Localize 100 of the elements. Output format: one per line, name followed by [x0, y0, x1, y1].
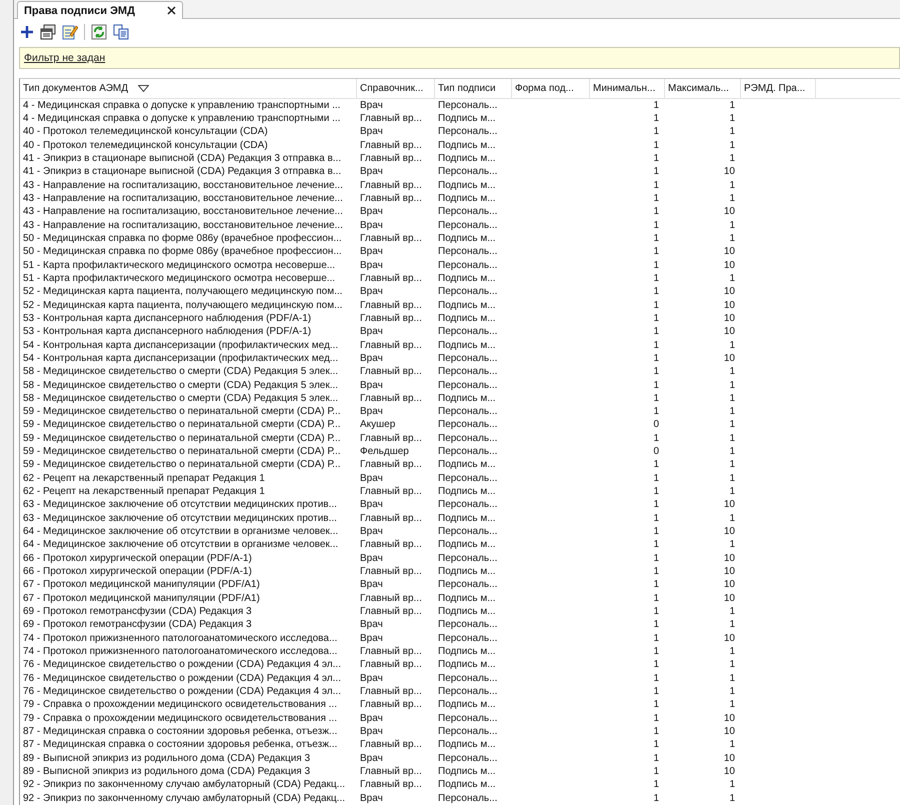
table-cell-text: 10: [722, 552, 736, 566]
table-cell-text: 1: [652, 245, 660, 259]
properties-icon[interactable]: [40, 24, 56, 40]
table-cell-text: Главный вр...: [359, 738, 423, 752]
table-cell-text: Персональ...: [437, 445, 498, 458]
table-cell-text: 1: [728, 658, 736, 672]
table-cell-text: 1: [652, 138, 660, 152]
table-cell-text: 1: [652, 112, 660, 126]
table-cell-text: Персональ...: [437, 365, 498, 378]
notepad-pencil-icon[interactable]: [62, 24, 78, 40]
column-header[interactable]: РЭМД. Пра...: [741, 78, 816, 98]
refresh-icon[interactable]: [91, 24, 107, 40]
table-cell-text: 58 - Медицинское свидетельство о смерти (CDA) Редакция 5 элек...: [22, 378, 340, 392]
table-cell-text: Персональ...: [437, 552, 498, 566]
table-cell-text: 1: [652, 712, 660, 726]
table-cell-text: Врач: [359, 472, 384, 486]
table-cell-text: 1: [728, 338, 736, 352]
table-cell-text: 1: [652, 632, 660, 646]
table-cell-text: 1: [728, 378, 736, 392]
add-icon[interactable]: [20, 24, 34, 39]
table-cell-text: 1: [652, 378, 660, 392]
table-cell-text: Персональ...: [437, 792, 498, 805]
close-icon[interactable]: [166, 6, 176, 15]
table-cell-text: Подпись м...: [437, 112, 497, 126]
table-cell-text: Врач: [359, 405, 384, 418]
column-header[interactable]: Форма под...: [512, 78, 590, 98]
column-header[interactable]: Справочник...: [357, 78, 435, 98]
table-cell-text: 59 - Медицинское свидетельство о перинатальной смерти (CDA) Р...: [22, 432, 342, 446]
table-cell-text: Главный вр...: [359, 178, 423, 192]
table-cell-text: Главный вр...: [359, 192, 423, 206]
table-cell-text: 1: [728, 192, 736, 206]
table-cell-text: 10: [722, 325, 736, 339]
table-cell-text: 1: [652, 578, 660, 592]
table-cell-text: 74 - Протокол прижизненного патологоанатомического исследова...: [22, 632, 338, 646]
table-cell-text: 51 - Карта профилактического медицинского осмотра несоверше...: [22, 258, 336, 272]
table-cell-text: Главный вр...: [359, 312, 423, 326]
table-cell-text: 4 - Медицинская справка о допуске к управлению транспортными ...: [22, 98, 342, 112]
table-cell-text: Персональ...: [437, 258, 498, 272]
table-cell-text: 10: [722, 752, 736, 766]
table-cell-text: 1: [728, 152, 736, 166]
table-cell-text: 43 - Направление на госпитализацию, восстановительное лечение...: [22, 205, 344, 219]
table-cell-text: 58 - Медицинское свидетельство о смерти (CDA) Редакция 5 элек...: [22, 365, 340, 378]
table-cell-text: 1: [652, 125, 660, 139]
table-cell-text: Врач: [359, 712, 384, 726]
table-cell-text: 54 - Контрольная карта диспансеризации (профилактических мед...: [22, 352, 340, 366]
table-cell-text: 1: [652, 552, 660, 566]
table-cell-text: 10: [722, 632, 736, 646]
table-cell-text: Подпись м...: [437, 645, 497, 658]
table-cell-text: Персональ...: [437, 418, 498, 432]
table-cell-text: 1: [652, 458, 660, 472]
table-cell-text: 53 - Контрольная карта диспансерного наблюдения (PDF/A-1): [22, 312, 312, 326]
table-cell-text: 59 - Медицинское свидетельство о перинатальной смерти (CDA) Р...: [22, 418, 342, 432]
table-cell-text: 1: [652, 565, 660, 578]
table-cell-text: 1: [652, 698, 660, 712]
table-cell-text: Врач: [359, 325, 384, 339]
table-cell-text: 1: [652, 272, 660, 286]
table-cell-text: 1: [652, 685, 660, 698]
table-cell-text: 92 - Эпикриз по законченному случаю амбулаторный (CDA) Редакц...: [22, 778, 346, 792]
column-header[interactable]: Тип документов АЭМД: [20, 78, 357, 98]
table-cell-text: 52 - Медицинская карта пациента, получающего медицинскую пом...: [22, 285, 344, 299]
table-cell-text: 1: [728, 512, 736, 526]
table-cell-text: 1: [728, 392, 736, 406]
table-cell-text: Персональ...: [437, 218, 498, 232]
table-cell-text: 1: [652, 525, 660, 538]
column-header[interactable]: Тип подписи: [435, 78, 512, 98]
column-header[interactable]: Минимальн...: [590, 78, 665, 98]
table-cell-text: 1: [728, 485, 736, 498]
table-cell-text: Врач: [359, 98, 384, 112]
table-cell-text: 1: [652, 325, 660, 339]
filter-link[interactable]: Фильтр не задан: [24, 52, 106, 64]
table-cell-text: Главный вр...: [359, 565, 423, 578]
table-cell-text: Персональ...: [437, 325, 498, 339]
table-cell-text: 1: [728, 685, 736, 698]
table-cell-text: 1: [728, 112, 736, 126]
table-cell-text: Врач: [359, 218, 384, 232]
table-cell-text: 10: [722, 245, 736, 259]
table-cell-text: 76 - Медицинское свидетельство о рождении (CDA) Редакция 4 эл...: [22, 658, 342, 672]
table-cell-text: 1: [728, 698, 736, 712]
table-cell-text: Подпись м...: [437, 538, 497, 552]
table-cell-text: Подпись м...: [437, 592, 497, 606]
table-cell-text: 1: [728, 672, 736, 686]
column-header[interactable]: Максималь...: [665, 78, 741, 98]
table-cell-text: 1: [728, 432, 736, 446]
table-cell-text: 54 - Контрольная карта диспансеризации (профилактических мед...: [22, 338, 340, 352]
table-cell-text: 69 - Протокол гемотрансфузии (CDA) Редакция 3: [22, 605, 253, 618]
table-cell-text: Подпись м...: [437, 778, 497, 792]
table-cell-text: 52 - Медицинская карта пациента, получающего медицинскую пом...: [22, 298, 344, 312]
table-cell-text: 1: [652, 405, 660, 418]
table-cell-text: 1: [652, 792, 660, 805]
table-cell-text: Главный вр...: [359, 538, 423, 552]
table-cell-text: Главный вр...: [359, 272, 423, 286]
export-icon[interactable]: [113, 24, 129, 40]
table-cell-text: Главный вр...: [359, 645, 423, 658]
table-cell-text: 63 - Медицинское заключение об отсутствии медицинских против...: [22, 512, 338, 526]
table-cell-text: Главный вр...: [359, 485, 423, 498]
table-cell-text: Главный вр...: [359, 298, 423, 312]
tab[interactable]: Права подписи ЭМД: [17, 1, 183, 19]
table-cell-text: 59 - Медицинское свидетельство о перинатальной смерти (CDA) Р...: [22, 445, 342, 458]
table-cell-text: Врач: [359, 578, 384, 592]
table-cell-text: 1: [728, 618, 736, 632]
